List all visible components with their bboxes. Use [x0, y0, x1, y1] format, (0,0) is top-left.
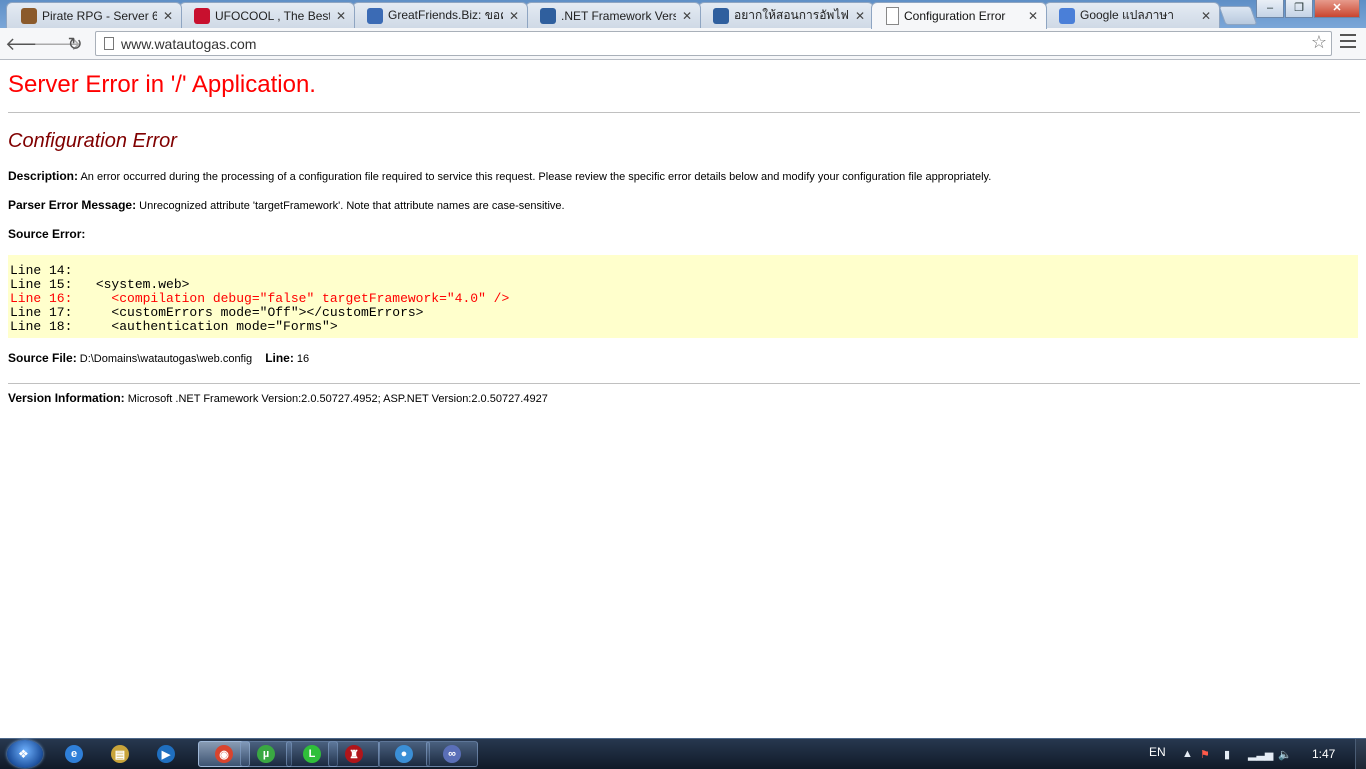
system-tray: EN ▲ ⚑ ▮ ▂▃▅ 🔈 1:47 [1140, 739, 1366, 769]
address-bar[interactable]: www.watautogas.com ☆ [95, 31, 1332, 56]
version-information: Version Information: Microsoft .NET Fram… [8, 391, 1360, 405]
parser-error-label: Parser Error Message: [8, 198, 137, 212]
forward-button[interactable]: 🡒 [33, 32, 81, 56]
line-label: Line: [265, 351, 294, 365]
forum-icon [540, 7, 556, 24]
browser-tab[interactable]: UFOCOOL , The Best C ✕ [179, 2, 355, 28]
browser-tab[interactable]: GreatFriends.Biz: ขอคำแ ✕ [352, 2, 528, 28]
action-center-icon[interactable]: ⚑ [1200, 748, 1210, 761]
taskbar-button[interactable]: ▶ [146, 741, 186, 767]
internet-explorer-icon: e [65, 745, 83, 763]
error-page: Server Error in '/' Application. Configu… [8, 60, 1360, 405]
close-tab-icon[interactable]: ✕ [853, 9, 867, 23]
volume-icon[interactable]: 🔈 [1278, 748, 1292, 761]
game-icon: ♜ [345, 745, 363, 763]
tab-strip: Pirate RPG - Server 6 ✕ UFOCOOL , The Best… [0, 0, 1366, 29]
source-error: Source Error: [8, 227, 1360, 241]
file-explorer-icon: ▤ [111, 745, 129, 763]
power-icon[interactable]: ▮ [1224, 748, 1230, 761]
close-tab-icon[interactable]: ✕ [1199, 9, 1213, 23]
divider [8, 383, 1360, 384]
code-line: Line 17: <customErrors mode="Off"></cust… [10, 305, 424, 320]
taskbar-button[interactable]: ∞ [426, 741, 478, 767]
parser-error-message: Parser Error Message: Unrecognized attri… [8, 198, 1360, 212]
new-tab-button[interactable] [1218, 6, 1258, 25]
greatfriends-icon [367, 7, 383, 24]
taskbar-button[interactable]: ▤ [100, 741, 140, 767]
version-label: Version Information: [8, 391, 125, 405]
page-title: Server Error in '/' Application. [8, 71, 316, 98]
close-tab-icon[interactable]: ✕ [680, 9, 694, 23]
browser-toolbar: 🡐 🡒 ↻ www.watautogas.com ☆ [0, 28, 1366, 60]
close-tab-icon[interactable]: ✕ [1026, 9, 1040, 23]
browser-tab[interactable]: อยากให้สอนการอัพไฟล์ . ✕ [698, 2, 874, 28]
language-indicator[interactable]: EN [1149, 745, 1166, 759]
line-icon: L [303, 745, 321, 763]
close-tab-icon[interactable]: ✕ [334, 9, 348, 23]
code-line: Line 18: <authentication mode="Forms"> [10, 319, 338, 334]
start-button[interactable]: ❖ [7, 740, 43, 768]
taskbar-button[interactable]: ♜ [328, 741, 380, 767]
pirate-icon [21, 7, 37, 24]
source-file-info: Source File: D:\Domains\watautogas\web.c… [8, 351, 1360, 365]
taskbar-button[interactable]: ● [378, 741, 430, 767]
source-file-path: D:\Domains\watautogas\web.config [79, 353, 253, 365]
close-window-button[interactable]: ✕ [1314, 0, 1360, 18]
tab-title: .NET Framework Versio [561, 8, 676, 23]
code-line: Line 15: <system.web> [10, 277, 190, 292]
chat-icon: ● [395, 745, 413, 763]
tab-title: Pirate RPG - Server 6 [42, 8, 157, 23]
media-player-icon: ▶ [157, 745, 175, 763]
tab-title: GreatFriends.Biz: ขอคำแ [388, 8, 503, 22]
show-hidden-icons-icon[interactable]: ▲ [1182, 748, 1193, 760]
show-desktop-button[interactable] [1355, 739, 1366, 769]
network-signal-icon[interactable]: ▂▃▅ [1248, 748, 1273, 761]
taskbar-button[interactable]: e [54, 741, 94, 767]
divider [8, 112, 1360, 113]
source-error-label: Source Error: [8, 227, 86, 241]
back-button[interactable]: 🡐 [5, 32, 53, 56]
browser-tab[interactable]: .NET Framework Versio ✕ [525, 2, 701, 28]
taskbar-button[interactable]: µ [240, 741, 292, 767]
ufocool-icon [194, 7, 210, 24]
error-subtitle: Configuration Error [8, 130, 177, 152]
description-text: An error occurred during the processing … [80, 171, 992, 183]
browser-tab[interactable]: Configuration Error ✕ [871, 2, 1047, 29]
bookmark-star-icon[interactable]: ☆ [1311, 32, 1327, 53]
code-line: Line 14: [10, 263, 73, 278]
windows-logo-icon: ❖ [18, 747, 29, 761]
browser-tab[interactable]: Google แปลภาษา ✕ [1044, 2, 1220, 28]
clock[interactable]: 1:47 [1312, 747, 1335, 761]
source-file-label: Source File: [8, 351, 77, 365]
code-line-error: Line 16: <compilation debug="false" targ… [10, 291, 510, 306]
taskbar: ❖ e ▤ ▶ ◉ µ L ♜ ● ∞ EN ▲ ⚑ ▮ ▂▃▅ 🔈 1:47 [0, 738, 1366, 769]
version-text: Microsoft .NET Framework Version:2.0.507… [127, 393, 548, 405]
maximize-button[interactable]: ❐ [1285, 0, 1313, 18]
url-text: www.watautogas.com [121, 36, 257, 52]
parser-error-text: Unrecognized attribute 'targetFramework'… [139, 200, 565, 212]
reload-button[interactable]: ↻ [63, 32, 87, 56]
line-number: 16 [296, 353, 310, 365]
close-tab-icon[interactable]: ✕ [507, 9, 521, 23]
window-controls: – ❐ ✕ [1255, 0, 1360, 18]
google-translate-icon [1059, 7, 1075, 24]
description-label: Description: [8, 169, 79, 183]
browser-tab[interactable]: Pirate RPG - Server 6 ✕ [6, 2, 182, 28]
page-icon [104, 37, 114, 50]
close-tab-icon[interactable]: ✕ [161, 9, 175, 23]
chrome-icon: ◉ [215, 745, 233, 763]
utorrent-icon: µ [257, 745, 275, 763]
tab-title: อยากให้สอนการอัพไฟล์ . [734, 8, 849, 22]
tab-title: UFOCOOL , The Best C [215, 8, 330, 23]
tab-title: Google แปลภาษา [1080, 8, 1175, 22]
chrome-menu-button[interactable] [1340, 34, 1356, 52]
page-icon [886, 7, 899, 25]
link-icon: ∞ [443, 745, 461, 763]
source-code-block: Line 14: Line 15: <system.web> Line 16: <c… [8, 255, 1358, 338]
forum-icon [713, 7, 729, 24]
minimize-button[interactable]: – [1256, 0, 1284, 18]
description: Description: An error occurred during th… [8, 169, 1360, 183]
tab-title: Configuration Error [904, 9, 1006, 23]
